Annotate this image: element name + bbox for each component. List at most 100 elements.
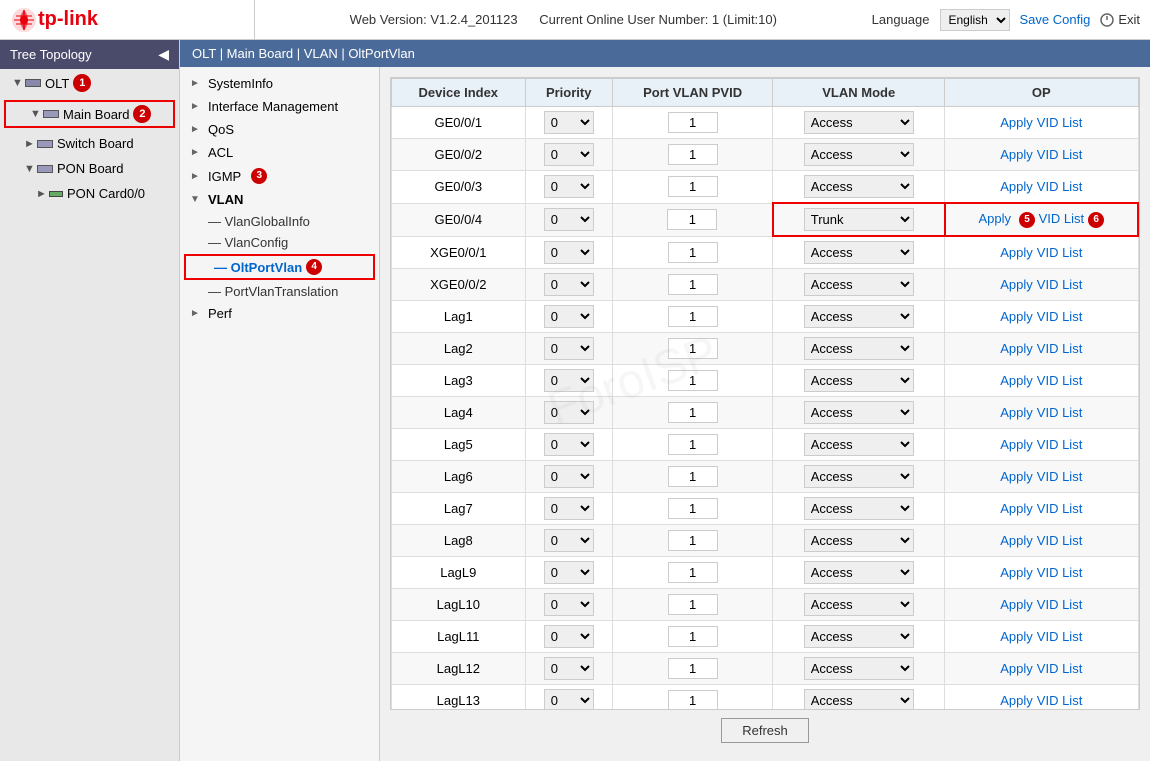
- vidlist-link-4[interactable]: VID List: [1037, 245, 1083, 260]
- apply-link-10[interactable]: Apply: [1000, 437, 1033, 452]
- pvid-input-12[interactable]: [668, 498, 718, 519]
- mode-select-1[interactable]: AccessTrunkHybrid: [804, 143, 914, 166]
- apply-link-4[interactable]: Apply: [1000, 245, 1033, 260]
- sidebar-item-ponboard[interactable]: ▼ PON Board: [0, 156, 179, 181]
- vidlist-link-2[interactable]: VID List: [1037, 179, 1083, 194]
- priority-select-6[interactable]: 01234567: [544, 305, 594, 328]
- priority-select-13[interactable]: 01234567: [544, 529, 594, 552]
- vidlist-link-15[interactable]: VID List: [1037, 597, 1083, 612]
- priority-select-11[interactable]: 01234567: [544, 465, 594, 488]
- apply-link-12[interactable]: Apply: [1000, 501, 1033, 516]
- mode-select-4[interactable]: AccessTrunkHybrid: [804, 241, 914, 264]
- nav-perf[interactable]: ► Perf: [180, 302, 379, 325]
- pvid-input-15[interactable]: [668, 594, 718, 615]
- priority-select-1[interactable]: 01234567: [544, 143, 594, 166]
- priority-select-8[interactable]: 01234567: [544, 369, 594, 392]
- pvid-input-8[interactable]: [668, 370, 718, 391]
- pvid-input-9[interactable]: [668, 402, 718, 423]
- nav-vlan[interactable]: ▼ VLAN: [180, 188, 379, 211]
- priority-select-17[interactable]: 01234567: [544, 657, 594, 680]
- priority-select-9[interactable]: 01234567: [544, 401, 594, 424]
- pvid-input-4[interactable]: [668, 242, 718, 263]
- table-scroll[interactable]: Device Index Priority Port VLAN PVID VLA…: [390, 77, 1140, 710]
- mode-select-9[interactable]: AccessTrunkHybrid: [804, 401, 914, 424]
- pvid-input-16[interactable]: [668, 626, 718, 647]
- mode-select-6[interactable]: AccessTrunkHybrid: [804, 305, 914, 328]
- apply-link-5[interactable]: Apply: [1000, 277, 1033, 292]
- vidlist-link-5[interactable]: VID List: [1037, 277, 1083, 292]
- pvid-input-6[interactable]: [668, 306, 718, 327]
- refresh-button[interactable]: Refresh: [721, 718, 809, 743]
- apply-link-17[interactable]: Apply: [1000, 661, 1033, 676]
- sidebar-toggle[interactable]: ◀: [158, 46, 169, 63]
- apply-link-6[interactable]: Apply: [1000, 309, 1033, 324]
- apply-link-16[interactable]: Apply: [1000, 629, 1033, 644]
- mode-select-15[interactable]: AccessTrunkHybrid: [804, 593, 914, 616]
- priority-select-18[interactable]: 01234567: [544, 689, 594, 710]
- nav-acl[interactable]: ► ACL: [180, 141, 379, 164]
- apply-link-15[interactable]: Apply: [1000, 597, 1033, 612]
- vidlist-link-8[interactable]: VID List: [1037, 373, 1083, 388]
- pvid-input-5[interactable]: [668, 274, 718, 295]
- mode-select-2[interactable]: AccessTrunkHybrid: [804, 175, 914, 198]
- apply-link-7[interactable]: Apply: [1000, 341, 1033, 356]
- mode-select-7[interactable]: AccessTrunkHybrid: [804, 337, 914, 360]
- pvid-input-2[interactable]: [668, 176, 718, 197]
- nav-igmp[interactable]: ► IGMP 3: [180, 164, 379, 188]
- mode-select-10[interactable]: AccessTrunkHybrid: [804, 433, 914, 456]
- priority-select-2[interactable]: 01234567: [544, 175, 594, 198]
- sidebar-item-mainboard[interactable]: ▼ Main Board 2: [0, 97, 179, 131]
- nav-vlanconfig[interactable]: — VlanConfig: [180, 232, 379, 253]
- mode-select-5[interactable]: AccessTrunkHybrid: [804, 273, 914, 296]
- apply-link-18[interactable]: Apply: [1000, 693, 1033, 708]
- apply-link-3[interactable]: Apply: [978, 211, 1011, 226]
- priority-select-12[interactable]: 01234567: [544, 497, 594, 520]
- exit-button[interactable]: Exit: [1100, 12, 1140, 27]
- pvid-input-17[interactable]: [668, 658, 718, 679]
- nav-oltportvlan[interactable]: — OltPortVlan 4: [184, 254, 375, 280]
- nav-qos[interactable]: ► QoS: [180, 118, 379, 141]
- pvid-input-0[interactable]: [668, 112, 718, 133]
- vidlist-link-17[interactable]: VID List: [1037, 661, 1083, 676]
- priority-select-14[interactable]: 01234567: [544, 561, 594, 584]
- sidebar-item-poncard[interactable]: ► PON Card0/0: [0, 181, 179, 206]
- apply-link-13[interactable]: Apply: [1000, 533, 1033, 548]
- priority-select-0[interactable]: 01234567: [544, 111, 594, 134]
- vidlist-link-11[interactable]: VID List: [1037, 469, 1083, 484]
- priority-select-4[interactable]: 01234567: [544, 241, 594, 264]
- mode-select-12[interactable]: AccessTrunkHybrid: [804, 497, 914, 520]
- mode-select-3[interactable]: AccessTrunkHybrid: [804, 208, 914, 231]
- nav-interfacemgmt[interactable]: ► Interface Management: [180, 95, 379, 118]
- priority-select-16[interactable]: 01234567: [544, 625, 594, 648]
- vidlist-link-16[interactable]: VID List: [1037, 629, 1083, 644]
- nav-systeminfo[interactable]: ► SystemInfo: [180, 72, 379, 95]
- apply-link-14[interactable]: Apply: [1000, 565, 1033, 580]
- mode-select-18[interactable]: AccessTrunkHybrid: [804, 689, 914, 710]
- sidebar-item-olt[interactable]: ▼ OLT 1: [0, 69, 179, 97]
- vidlist-link-0[interactable]: VID List: [1037, 115, 1083, 130]
- pvid-input-14[interactable]: [668, 562, 718, 583]
- mode-select-14[interactable]: AccessTrunkHybrid: [804, 561, 914, 584]
- apply-link-8[interactable]: Apply: [1000, 373, 1033, 388]
- apply-link-0[interactable]: Apply: [1000, 115, 1033, 130]
- pvid-input-7[interactable]: [668, 338, 718, 359]
- priority-select-3[interactable]: 01234567: [544, 208, 594, 231]
- nav-vlanglobal[interactable]: — VlanGlobalInfo: [180, 211, 379, 232]
- priority-select-15[interactable]: 01234567: [544, 593, 594, 616]
- vidlist-link-1[interactable]: VID List: [1037, 147, 1083, 162]
- mode-select-17[interactable]: AccessTrunkHybrid: [804, 657, 914, 680]
- sidebar-item-switchboard[interactable]: ► Switch Board: [0, 131, 179, 156]
- mode-select-16[interactable]: AccessTrunkHybrid: [804, 625, 914, 648]
- nav-portvlantrans[interactable]: — PortVlanTranslation: [180, 281, 379, 302]
- vidlist-link-10[interactable]: VID List: [1037, 437, 1083, 452]
- pvid-input-3[interactable]: [667, 209, 717, 230]
- pvid-input-11[interactable]: [668, 466, 718, 487]
- apply-link-1[interactable]: Apply: [1000, 147, 1033, 162]
- pvid-input-1[interactable]: [668, 144, 718, 165]
- vidlist-link-6[interactable]: VID List: [1037, 309, 1083, 324]
- priority-select-7[interactable]: 01234567: [544, 337, 594, 360]
- vidlist-link-7[interactable]: VID List: [1037, 341, 1083, 356]
- priority-select-5[interactable]: 01234567: [544, 273, 594, 296]
- apply-link-2[interactable]: Apply: [1000, 179, 1033, 194]
- pvid-input-10[interactable]: [668, 434, 718, 455]
